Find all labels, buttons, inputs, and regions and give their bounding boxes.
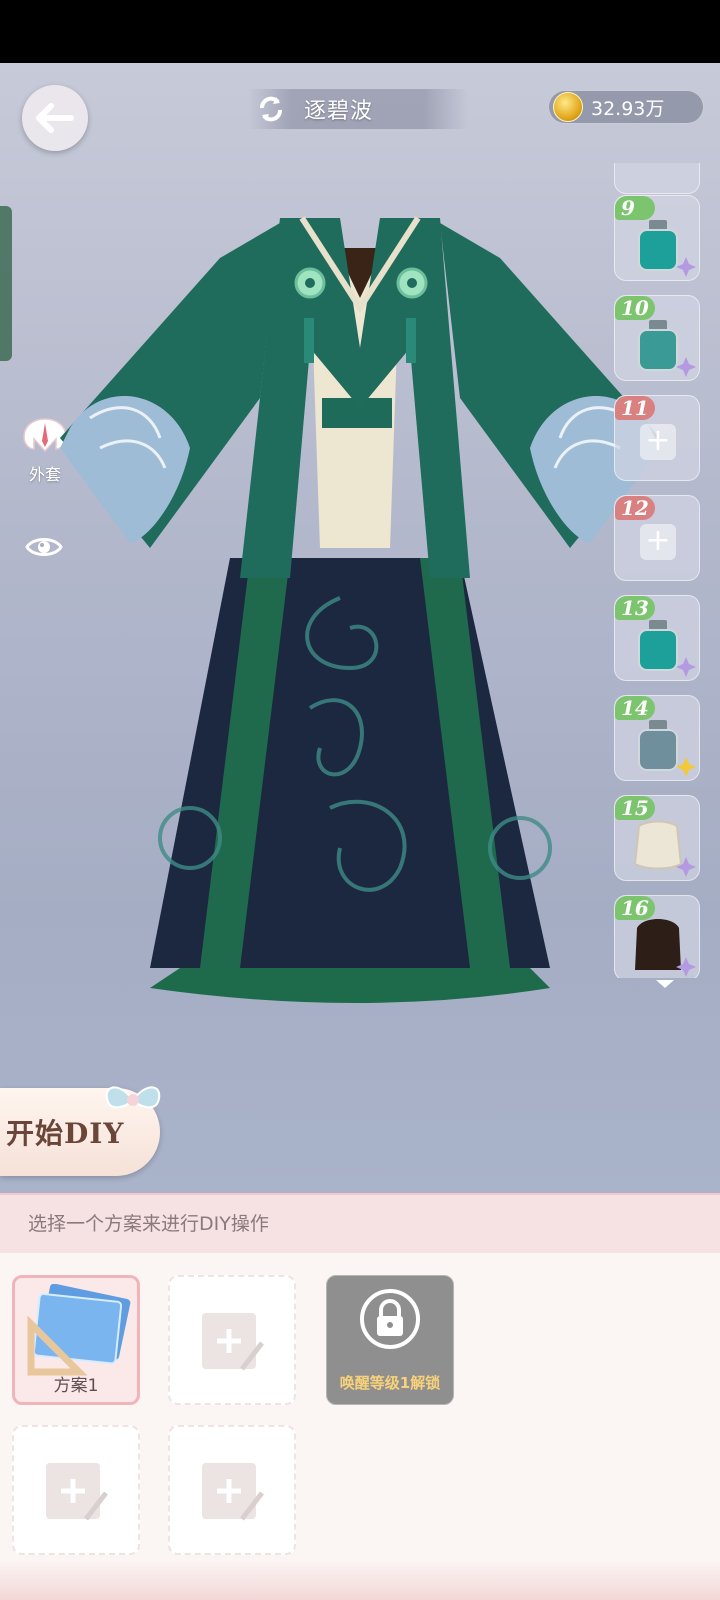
plan-card-2[interactable] (168, 1275, 296, 1405)
purple-star-icon (676, 857, 696, 877)
outfit-title-bar[interactable]: 逐碧波 (248, 89, 468, 129)
outfit-title: 逐碧波 (304, 99, 374, 124)
coin-icon (553, 92, 583, 122)
plan-card-5[interactable] (168, 1425, 296, 1555)
plan-card-locked[interactable]: 唤醒等级1解锁 (326, 1275, 454, 1405)
add-plan-icon (202, 1313, 264, 1371)
swap-icon[interactable] (256, 94, 286, 124)
coin-balance[interactable]: 32.93万 (548, 90, 704, 124)
panel-footer-decoration (0, 1560, 720, 1600)
slot-number: 11 (615, 396, 655, 420)
outfit-model (60, 216, 660, 1003)
add-icon: + (640, 524, 676, 560)
add-icon: + (640, 424, 676, 460)
slot-item[interactable] (614, 163, 700, 194)
back-arrow-icon (36, 103, 74, 133)
plan-card-1[interactable]: 方案1 (12, 1275, 140, 1405)
unlock-condition-label: 唤醒等级1解锁 (339, 1374, 441, 1392)
outfit-slot-list[interactable]: 9 10 11 + 12 + 13 14 15 16 (612, 163, 704, 978)
slot-number: 10 (615, 296, 655, 320)
diy-plan-panel: 选择一个方案来进行DIY操作 方案1 唤醒等级1解锁 (0, 1193, 720, 1600)
slot-item[interactable]: 10 (614, 295, 700, 381)
purple-star-icon (676, 257, 696, 277)
bow-decoration-icon (105, 1086, 161, 1109)
lock-icon (360, 1289, 420, 1349)
slot-item[interactable]: 11 + (614, 395, 700, 481)
status-bar (0, 0, 720, 63)
slot-item[interactable]: 13 (614, 595, 700, 681)
slot-number: 9 (615, 196, 655, 220)
add-plan-icon (46, 1463, 108, 1521)
slot-number: 14 (615, 696, 655, 720)
scroll-down-indicator[interactable] (656, 980, 674, 988)
add-plan-icon (202, 1463, 264, 1521)
slot-number: 12 (615, 496, 655, 520)
panel-instruction: 选择一个方案来进行DIY操作 (0, 1193, 720, 1253)
slot-item[interactable]: 14 (614, 695, 700, 781)
purple-star-icon (676, 957, 696, 977)
slot-item[interactable]: 16 (614, 895, 700, 978)
plan-card-4[interactable] (12, 1425, 140, 1555)
dressing-stage: 逐碧波 32.93万 外套 9 10 11 + 12 + 13 14 15 16… (0, 63, 720, 1193)
coin-amount: 32.93万 (591, 97, 665, 120)
purple-star-icon (676, 657, 696, 677)
blueprint-icon (27, 1284, 131, 1376)
purple-star-icon (676, 357, 696, 377)
slot-item[interactable]: 15 (614, 795, 700, 881)
slot-number: 13 (615, 596, 655, 620)
slot-item[interactable]: 12 + (614, 495, 700, 581)
slot-item[interactable]: 9 (614, 195, 700, 281)
back-button[interactable] (22, 85, 88, 151)
gold-star-icon (676, 757, 696, 777)
side-drawer-tab[interactable] (0, 206, 12, 361)
plan-label: 方案1 (53, 1376, 99, 1396)
